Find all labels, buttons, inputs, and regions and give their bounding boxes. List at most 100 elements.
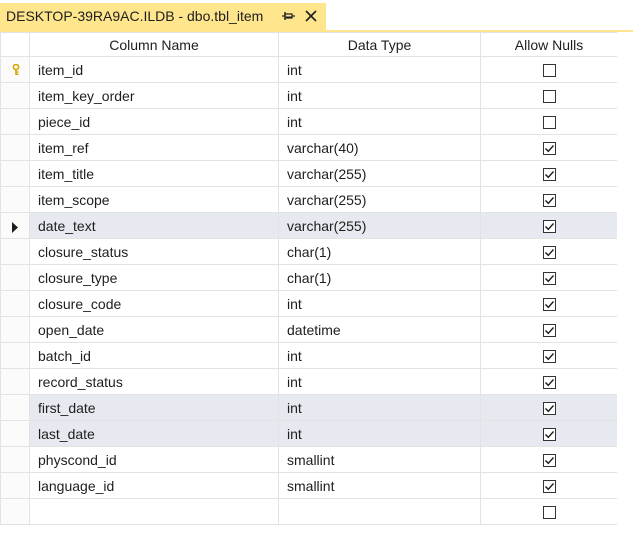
table-row[interactable]: item_ref varchar(40) xyxy=(0,134,618,161)
row-selector[interactable] xyxy=(0,160,30,187)
row-selector[interactable] xyxy=(0,264,30,291)
row-selector[interactable] xyxy=(0,186,30,213)
row-selector[interactable] xyxy=(0,472,30,499)
allow-nulls-checkbox-checked[interactable] xyxy=(542,454,556,468)
table-row[interactable]: last_date int xyxy=(0,420,618,447)
column-name-cell[interactable]: item_id xyxy=(29,56,279,83)
column-name-cell[interactable]: first_date xyxy=(29,394,279,421)
table-row[interactable]: physcond_id smallint xyxy=(0,446,618,473)
row-selector[interactable] xyxy=(0,420,30,447)
vertical-scrollbar[interactable] xyxy=(617,32,633,552)
column-name-cell[interactable]: closure_status xyxy=(29,238,279,265)
allow-nulls-cell xyxy=(480,56,618,83)
row-selector[interactable] xyxy=(0,394,30,421)
data-type-cell[interactable]: varchar(255) xyxy=(278,212,481,239)
table-row[interactable]: item_title varchar(255) xyxy=(0,160,618,187)
table-row[interactable]: language_id smallint xyxy=(0,472,618,499)
data-type-cell[interactable]: varchar(255) xyxy=(278,186,481,213)
table-row[interactable]: item_id int xyxy=(0,56,618,83)
data-type-cell[interactable]: char(1) xyxy=(278,238,481,265)
allow-nulls-checkbox-checked[interactable] xyxy=(542,272,556,286)
table-row[interactable] xyxy=(0,498,618,525)
column-name-cell[interactable]: batch_id xyxy=(29,342,279,369)
table-row[interactable]: first_date int xyxy=(0,394,618,421)
data-type-cell[interactable]: smallint xyxy=(278,446,481,473)
allow-nulls-checkbox[interactable] xyxy=(542,90,556,104)
table-row[interactable]: piece_id int xyxy=(0,108,618,135)
column-name-cell[interactable]: item_key_order xyxy=(29,82,279,109)
row-selector[interactable] xyxy=(0,498,30,525)
allow-nulls-cell xyxy=(480,394,618,421)
data-type-cell[interactable]: int xyxy=(278,82,481,109)
column-name-cell[interactable]: piece_id xyxy=(29,108,279,135)
row-selector[interactable] xyxy=(0,108,30,135)
row-selector[interactable] xyxy=(0,290,30,317)
table-row[interactable]: batch_id int xyxy=(0,342,618,369)
grid-header-row: Column Name Data Type Allow Nulls xyxy=(0,32,618,57)
column-name-cell[interactable]: physcond_id xyxy=(29,446,279,473)
row-selector[interactable] xyxy=(0,238,30,265)
table-row[interactable]: record_status int xyxy=(0,368,618,395)
data-type-cell[interactable]: int xyxy=(278,56,481,83)
column-name-cell[interactable]: date_text xyxy=(29,212,279,239)
column-grid: Column Name Data Type Allow Nulls item_i… xyxy=(0,32,618,525)
column-name-cell[interactable]: item_title xyxy=(29,160,279,187)
data-type-cell[interactable]: varchar(40) xyxy=(278,134,481,161)
data-type-cell[interactable]: int xyxy=(278,108,481,135)
data-type-cell[interactable]: int xyxy=(278,420,481,447)
column-name-cell[interactable]: item_ref xyxy=(29,134,279,161)
row-selector-header[interactable] xyxy=(0,32,30,57)
row-selector[interactable] xyxy=(0,316,30,343)
column-name-cell[interactable]: item_scope xyxy=(29,186,279,213)
column-name-cell[interactable] xyxy=(29,498,279,525)
table-row[interactable]: closure_code int xyxy=(0,290,618,317)
allow-nulls-checkbox-checked[interactable] xyxy=(542,350,556,364)
row-selector[interactable] xyxy=(0,56,30,83)
data-type-cell[interactable]: int xyxy=(278,368,481,395)
data-type-cell[interactable]: int xyxy=(278,394,481,421)
allow-nulls-checkbox-checked[interactable] xyxy=(542,376,556,390)
table-row[interactable]: date_text varchar(255) xyxy=(0,212,618,239)
table-row[interactable]: item_scope varchar(255) xyxy=(0,186,618,213)
allow-nulls-checkbox-checked[interactable] xyxy=(542,298,556,312)
allow-nulls-checkbox[interactable] xyxy=(542,116,556,130)
close-icon[interactable] xyxy=(302,7,320,25)
data-type-cell[interactable]: int xyxy=(278,290,481,317)
table-row[interactable]: item_key_order int xyxy=(0,82,618,109)
data-type-cell[interactable]: int xyxy=(278,342,481,369)
row-selector[interactable] xyxy=(0,82,30,109)
data-type-cell[interactable] xyxy=(278,498,481,525)
row-selector[interactable] xyxy=(0,134,30,161)
allow-nulls-checkbox-checked[interactable] xyxy=(542,428,556,442)
allow-nulls-checkbox-checked[interactable] xyxy=(542,324,556,338)
column-name-cell[interactable]: closure_code xyxy=(29,290,279,317)
row-selector[interactable] xyxy=(0,212,30,239)
allow-nulls-checkbox[interactable] xyxy=(542,64,556,78)
data-type-cell[interactable]: char(1) xyxy=(278,264,481,291)
row-selector[interactable] xyxy=(0,342,30,369)
pin-icon[interactable] xyxy=(281,7,299,25)
document-tab[interactable]: DESKTOP-39RA9AC.ILDB - dbo.tbl_item xyxy=(0,3,326,30)
allow-nulls-checkbox-checked[interactable] xyxy=(542,220,556,234)
allow-nulls-checkbox-checked[interactable] xyxy=(542,194,556,208)
column-name-cell[interactable]: last_date xyxy=(29,420,279,447)
data-type-cell[interactable]: datetime xyxy=(278,316,481,343)
row-selector[interactable] xyxy=(0,446,30,473)
allow-nulls-checkbox-checked[interactable] xyxy=(542,402,556,416)
data-type-cell[interactable]: smallint xyxy=(278,472,481,499)
allow-nulls-checkbox-checked[interactable] xyxy=(542,168,556,182)
data-type-cell[interactable]: varchar(255) xyxy=(278,160,481,187)
column-name-cell[interactable]: record_status xyxy=(29,368,279,395)
table-row[interactable]: closure_type char(1) xyxy=(0,264,618,291)
column-name-cell[interactable]: language_id xyxy=(29,472,279,499)
allow-nulls-checkbox-checked[interactable] xyxy=(542,142,556,156)
allow-nulls-cell xyxy=(480,264,618,291)
table-row[interactable]: open_date datetime xyxy=(0,316,618,343)
allow-nulls-checkbox-checked[interactable] xyxy=(542,480,556,494)
row-selector[interactable] xyxy=(0,368,30,395)
column-name-cell[interactable]: closure_type xyxy=(29,264,279,291)
table-row[interactable]: closure_status char(1) xyxy=(0,238,618,265)
allow-nulls-checkbox-checked[interactable] xyxy=(542,246,556,260)
allow-nulls-checkbox[interactable] xyxy=(542,506,556,520)
column-name-cell[interactable]: open_date xyxy=(29,316,279,343)
